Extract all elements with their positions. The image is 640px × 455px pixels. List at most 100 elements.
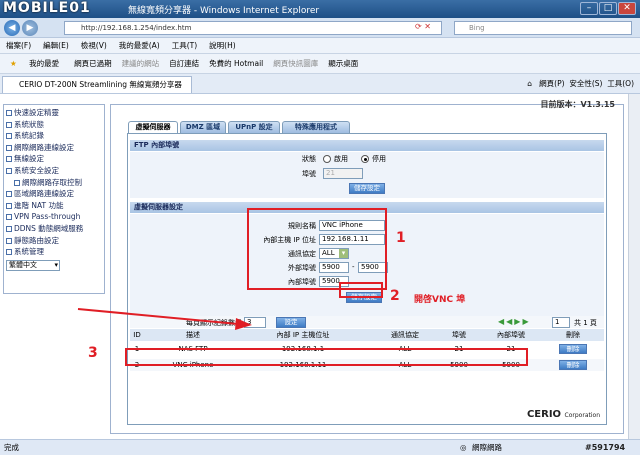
minimize-button[interactable]: – — [580, 2, 598, 15]
bullet-icon — [6, 144, 12, 151]
menu-tools[interactable]: 工具(T) — [166, 38, 203, 54]
search-input[interactable]: Bing — [454, 21, 632, 35]
ftp-enable-radio[interactable] — [323, 155, 331, 163]
globe-icon: ◎ — [460, 443, 467, 452]
sidebar-item-label: 系統狀態 — [14, 119, 44, 129]
tools-menu[interactable]: 工具(O) — [607, 79, 634, 88]
ftp-heading: FTP 內部埠號 — [130, 140, 604, 151]
column-header: 通訊協定 — [391, 331, 419, 339]
sidebar-item[interactable]: 無線設定 — [6, 153, 102, 165]
firmware-version: 目前版本：V1.3.15 — [540, 100, 615, 109]
sidebar-item-label: 系統管理 — [14, 247, 44, 257]
sidebar-item-label: 系統記錄 — [14, 131, 44, 141]
ftp-save-button[interactable]: 儲存設定 — [349, 183, 385, 194]
column-header: 刪除 — [566, 331, 580, 339]
menu-bar: 檔案(F) 編輯(E) 檢視(V) 我的最愛(A) 工具(T) 說明(H) — [0, 38, 640, 54]
fav-link-6[interactable]: 顯示桌面 — [323, 54, 363, 74]
fav-link-2[interactable]: 建議的網站 — [117, 54, 165, 74]
window-titlebar: MOBILE01 無線寬頻分享器 - Windows Internet Expl… — [0, 0, 640, 18]
bullet-icon — [6, 214, 12, 221]
pager-arrow-icons[interactable]: ◀◀▶▶ — [498, 317, 531, 326]
address-bar: ◀ ▶ http://192.168.1.254/index.htm ⟳ ✕ B… — [0, 18, 640, 38]
column-header: 內部 IP 主機位址 — [276, 331, 330, 339]
delete-button[interactable]: 刪除 — [559, 344, 587, 354]
annotation-box-3 — [125, 348, 528, 366]
fav-link-3[interactable]: 自訂連結 — [164, 54, 204, 74]
fav-link-5[interactable]: 網頁快訊圖庫 — [268, 54, 323, 74]
page-total: 共 1 頁 — [574, 319, 597, 327]
favorites-button[interactable]: ★ 我的最愛 — [0, 54, 69, 74]
fav-link-1[interactable]: 網頁已過期 — [69, 54, 117, 74]
menu-help[interactable]: 說明(H) — [203, 38, 242, 54]
annotation-arrow-icon — [77, 308, 252, 330]
tab-virtual-server[interactable]: 虛擬伺服器 — [128, 121, 178, 133]
delete-button[interactable]: 刪除 — [559, 360, 587, 370]
sidebar-item[interactable]: 快速設定精靈 — [6, 107, 102, 119]
sidebar-item[interactable]: VPN Pass-through — [6, 211, 102, 223]
language-select[interactable]: 繁體中文 ▾ — [6, 259, 60, 271]
menu-edit[interactable]: 編輯(E) — [37, 38, 75, 54]
sidebar-item[interactable]: 系統狀態 — [6, 119, 102, 131]
tab-dmz[interactable]: DMZ 區域 — [180, 121, 226, 133]
url-field[interactable]: http://192.168.1.254/index.htm — [64, 21, 442, 35]
bullet-icon — [6, 249, 12, 256]
sidebar-item[interactable]: 系統管理 — [6, 246, 102, 258]
page-select[interactable]: 1 — [552, 317, 570, 328]
page-content: 快速設定精靈 系統狀態系統記錄 網際網路連線設定 無線設定 系統安全設定網際網路存取控制… — [0, 94, 628, 439]
sidebar-item-label: 網際網路連線設定 — [14, 142, 74, 152]
bullet-icon — [6, 156, 12, 163]
ftp-disable-radio[interactable] — [361, 155, 369, 163]
chevron-down-icon: ▾ — [54, 260, 58, 269]
maximize-button[interactable]: □ — [599, 2, 617, 15]
browser-tab[interactable]: CERIO DT-200N Streamlining 無線寬頻分享器 — [2, 76, 192, 93]
ftp-state-label: 狀態 — [302, 155, 316, 163]
safety-menu[interactable]: 安全性(S) — [569, 79, 602, 88]
close-button[interactable]: ✕ — [618, 2, 636, 15]
sidebar-item[interactable]: 網際網路存取控制 — [6, 177, 102, 189]
bullet-icon — [6, 191, 12, 198]
annotation-box-2 — [339, 282, 383, 298]
favorites-bar: ★ 我的最愛 網頁已過期 建議的網站 自訂連結 免費的 Hotmail 網頁快訊圖庫 顯示桌… — [0, 54, 640, 74]
sidebar-item-label: 系統安全設定 — [14, 165, 59, 175]
zone-text: 網際網路 — [472, 443, 502, 452]
menu-favorites[interactable]: 我的最愛(A) — [113, 38, 166, 54]
back-icon[interactable]: ◀ — [4, 20, 20, 36]
annotation-text-2: 開啓VNC 埠 — [414, 295, 466, 305]
sidebar-item-label: 無線設定 — [14, 154, 44, 164]
menu-view[interactable]: 檢視(V) — [75, 38, 113, 54]
home-icon[interactable]: ⌂ — [527, 79, 532, 88]
column-header: 埠號 — [452, 331, 466, 339]
menu-file[interactable]: 檔案(F) — [0, 38, 37, 54]
status-text: 完成 — [4, 443, 19, 452]
bullet-icon — [6, 110, 12, 116]
fav-link-4[interactable]: 免費的 Hotmail — [204, 54, 268, 74]
sidebar-item[interactable]: 系統安全設定 — [6, 165, 102, 177]
annotation-number-3: 3 — [88, 345, 98, 361]
ftp-port-input[interactable]: 21 — [323, 168, 363, 179]
sidebar-item[interactable]: DDNS 動態網域服務 — [6, 223, 102, 235]
forward-icon[interactable]: ▶ — [22, 20, 38, 36]
sidebar-item[interactable]: 區域網路連線設定 — [6, 188, 102, 200]
ftp-port-label: 埠號 — [302, 170, 316, 178]
sidebar-item[interactable]: 系統記錄 — [6, 130, 102, 142]
sidebar-item[interactable]: 網際網路連線設定 — [6, 142, 102, 154]
sidebar-item-label: 區域網路連線設定 — [14, 189, 74, 199]
vertical-scrollbar[interactable] — [628, 94, 640, 439]
bullet-icon — [6, 133, 12, 140]
annotation-box-1 — [247, 208, 387, 290]
bullet-icon — [6, 121, 12, 128]
sidebar-item[interactable]: 進階 NAT 功能 — [6, 200, 102, 212]
bullet-icon — [6, 167, 12, 174]
ftp-enable-label: 啟用 — [334, 155, 348, 163]
tab-upnp[interactable]: UPnP 設定 — [228, 121, 280, 133]
refresh-stop-icons[interactable]: ⟳ ✕ — [415, 22, 441, 31]
per-page-set-button[interactable]: 設定 — [276, 317, 306, 328]
column-header: 內部埠號 — [497, 331, 525, 339]
page-menu[interactable]: 網頁(P) — [539, 79, 564, 88]
status-bar: 完成 ◎ 網際網路 #591794 — [0, 439, 640, 455]
corner-id: #591794 — [585, 443, 626, 452]
tab-special-apps[interactable]: 特殊應用程式 — [282, 121, 350, 133]
sidebar-item[interactable]: 靜態路由設定 — [6, 235, 102, 247]
star-icon: ★ — [10, 59, 17, 68]
sidebar-item-label: 進階 NAT 功能 — [14, 200, 64, 210]
